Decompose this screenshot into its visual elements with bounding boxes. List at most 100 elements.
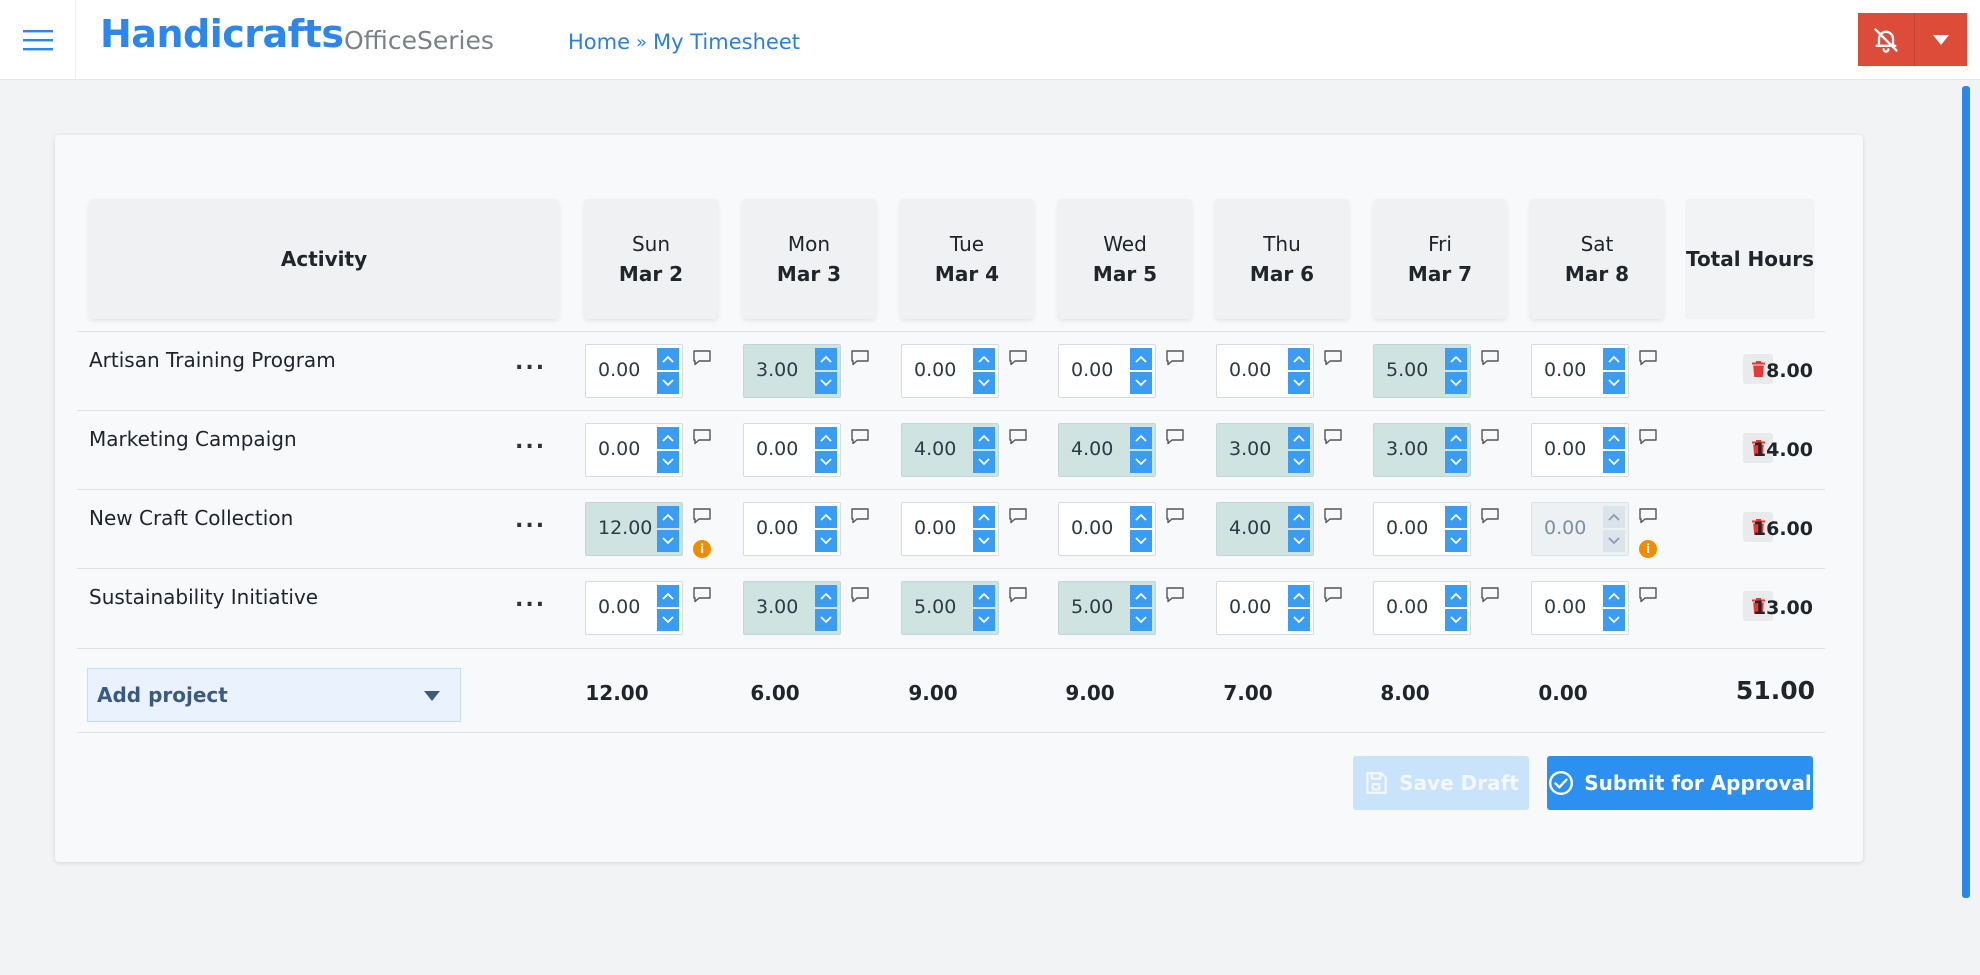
increment-button[interactable] bbox=[1603, 585, 1625, 607]
decrement-button[interactable] bbox=[657, 451, 679, 473]
comment-icon[interactable] bbox=[1639, 429, 1657, 445]
notifications-button[interactable] bbox=[1858, 13, 1914, 66]
comment-icon[interactable] bbox=[1639, 508, 1657, 524]
increment-button[interactable] bbox=[815, 585, 837, 607]
increment-button[interactable] bbox=[1130, 427, 1152, 449]
decrement-button[interactable] bbox=[1288, 372, 1310, 394]
decrement-button[interactable] bbox=[1445, 609, 1467, 631]
increment-button[interactable] bbox=[1445, 348, 1467, 370]
comment-icon[interactable] bbox=[1166, 508, 1184, 524]
notifications-dropdown-button[interactable] bbox=[1914, 13, 1967, 66]
decrement-button[interactable] bbox=[1445, 451, 1467, 473]
decrement-button[interactable] bbox=[1445, 530, 1467, 552]
increment-button[interactable] bbox=[1603, 348, 1625, 370]
increment-button[interactable] bbox=[1288, 585, 1310, 607]
decrement-button[interactable] bbox=[1130, 609, 1152, 631]
submit-for-approval-button[interactable]: Submit for Approval bbox=[1547, 756, 1813, 810]
comment-icon[interactable] bbox=[851, 508, 869, 524]
hours-input-mon[interactable]: 3.00 bbox=[743, 581, 841, 635]
hours-input-thu[interactable]: 0.00 bbox=[1216, 581, 1314, 635]
comment-icon[interactable] bbox=[1324, 429, 1342, 445]
hours-input-sat[interactable]: 0.00 bbox=[1531, 423, 1629, 477]
increment-button[interactable] bbox=[1288, 506, 1310, 528]
increment-button[interactable] bbox=[815, 348, 837, 370]
decrement-button[interactable] bbox=[815, 372, 837, 394]
hours-input-mon[interactable]: 0.00 bbox=[743, 502, 841, 556]
comment-icon[interactable] bbox=[851, 429, 869, 445]
comment-icon[interactable] bbox=[851, 587, 869, 603]
hours-input-tue[interactable]: 4.00 bbox=[901, 423, 999, 477]
decrement-button[interactable] bbox=[1603, 372, 1625, 394]
warning-info-icon[interactable]: i bbox=[693, 540, 711, 558]
comment-icon[interactable] bbox=[1009, 350, 1027, 366]
hours-input-wed[interactable]: 0.00 bbox=[1058, 502, 1156, 556]
increment-button[interactable] bbox=[657, 585, 679, 607]
comment-icon[interactable] bbox=[693, 587, 711, 603]
hours-input-tue[interactable]: 0.00 bbox=[901, 502, 999, 556]
row-options-button[interactable]: ... bbox=[515, 508, 546, 533]
comment-icon[interactable] bbox=[1639, 350, 1657, 366]
decrement-button[interactable] bbox=[1288, 530, 1310, 552]
decrement-button[interactable] bbox=[1130, 372, 1152, 394]
scrollbar[interactable] bbox=[1962, 86, 1970, 898]
comment-icon[interactable] bbox=[1166, 429, 1184, 445]
decrement-button[interactable] bbox=[1288, 451, 1310, 473]
decrement-button[interactable] bbox=[973, 451, 995, 473]
hours-input-wed[interactable]: 0.00 bbox=[1058, 344, 1156, 398]
decrement-button[interactable] bbox=[1603, 451, 1625, 473]
hours-input-mon[interactable]: 3.00 bbox=[743, 344, 841, 398]
decrement-button[interactable] bbox=[1603, 609, 1625, 631]
save-draft-button[interactable]: Save Draft bbox=[1353, 756, 1529, 810]
hours-input-tue[interactable]: 5.00 bbox=[901, 581, 999, 635]
hours-input-fri[interactable]: 0.00 bbox=[1373, 581, 1471, 635]
increment-button[interactable] bbox=[815, 427, 837, 449]
hours-input-wed[interactable]: 5.00 bbox=[1058, 581, 1156, 635]
hours-input-thu[interactable]: 3.00 bbox=[1216, 423, 1314, 477]
increment-button[interactable] bbox=[657, 506, 679, 528]
decrement-button[interactable] bbox=[1130, 530, 1152, 552]
increment-button[interactable] bbox=[973, 506, 995, 528]
hours-input-wed[interactable]: 4.00 bbox=[1058, 423, 1156, 477]
comment-icon[interactable] bbox=[1166, 350, 1184, 366]
decrement-button[interactable] bbox=[973, 372, 995, 394]
hours-input-fri[interactable]: 3.00 bbox=[1373, 423, 1471, 477]
comment-icon[interactable] bbox=[1009, 508, 1027, 524]
hamburger-menu-button[interactable] bbox=[0, 0, 76, 79]
comment-icon[interactable] bbox=[1324, 587, 1342, 603]
increment-button[interactable] bbox=[1445, 427, 1467, 449]
decrement-button[interactable] bbox=[815, 451, 837, 473]
hours-input-thu[interactable]: 4.00 bbox=[1216, 502, 1314, 556]
decrement-button[interactable] bbox=[815, 609, 837, 631]
decrement-button[interactable] bbox=[1445, 372, 1467, 394]
increment-button[interactable] bbox=[657, 348, 679, 370]
increment-button[interactable] bbox=[1288, 348, 1310, 370]
hours-input-fri[interactable]: 5.00 bbox=[1373, 344, 1471, 398]
comment-icon[interactable] bbox=[1481, 429, 1499, 445]
increment-button[interactable] bbox=[1130, 506, 1152, 528]
comment-icon[interactable] bbox=[1324, 350, 1342, 366]
hours-input-tue[interactable]: 0.00 bbox=[901, 344, 999, 398]
increment-button[interactable] bbox=[1130, 585, 1152, 607]
decrement-button[interactable] bbox=[815, 530, 837, 552]
comment-icon[interactable] bbox=[1639, 587, 1657, 603]
comment-icon[interactable] bbox=[1324, 508, 1342, 524]
hours-input-mon[interactable]: 0.00 bbox=[743, 423, 841, 477]
row-options-button[interactable]: ... bbox=[515, 429, 546, 454]
hours-input-sun[interactable]: 0.00 bbox=[585, 423, 683, 477]
row-options-button[interactable]: ... bbox=[515, 350, 546, 375]
decrement-button[interactable] bbox=[657, 372, 679, 394]
decrement-button[interactable] bbox=[973, 530, 995, 552]
add-project-dropdown[interactable]: Add project bbox=[87, 668, 461, 722]
increment-button[interactable] bbox=[815, 506, 837, 528]
increment-button[interactable] bbox=[1130, 348, 1152, 370]
comment-icon[interactable] bbox=[1166, 587, 1184, 603]
increment-button[interactable] bbox=[1603, 427, 1625, 449]
decrement-button[interactable] bbox=[1288, 609, 1310, 631]
increment-button[interactable] bbox=[1445, 585, 1467, 607]
increment-button[interactable] bbox=[973, 348, 995, 370]
decrement-button[interactable] bbox=[657, 609, 679, 631]
hours-input-sat[interactable]: 0.00 bbox=[1531, 581, 1629, 635]
row-options-button[interactable]: ... bbox=[515, 587, 546, 612]
decrement-button[interactable] bbox=[1130, 451, 1152, 473]
hours-input-sat[interactable]: 0.00 bbox=[1531, 344, 1629, 398]
